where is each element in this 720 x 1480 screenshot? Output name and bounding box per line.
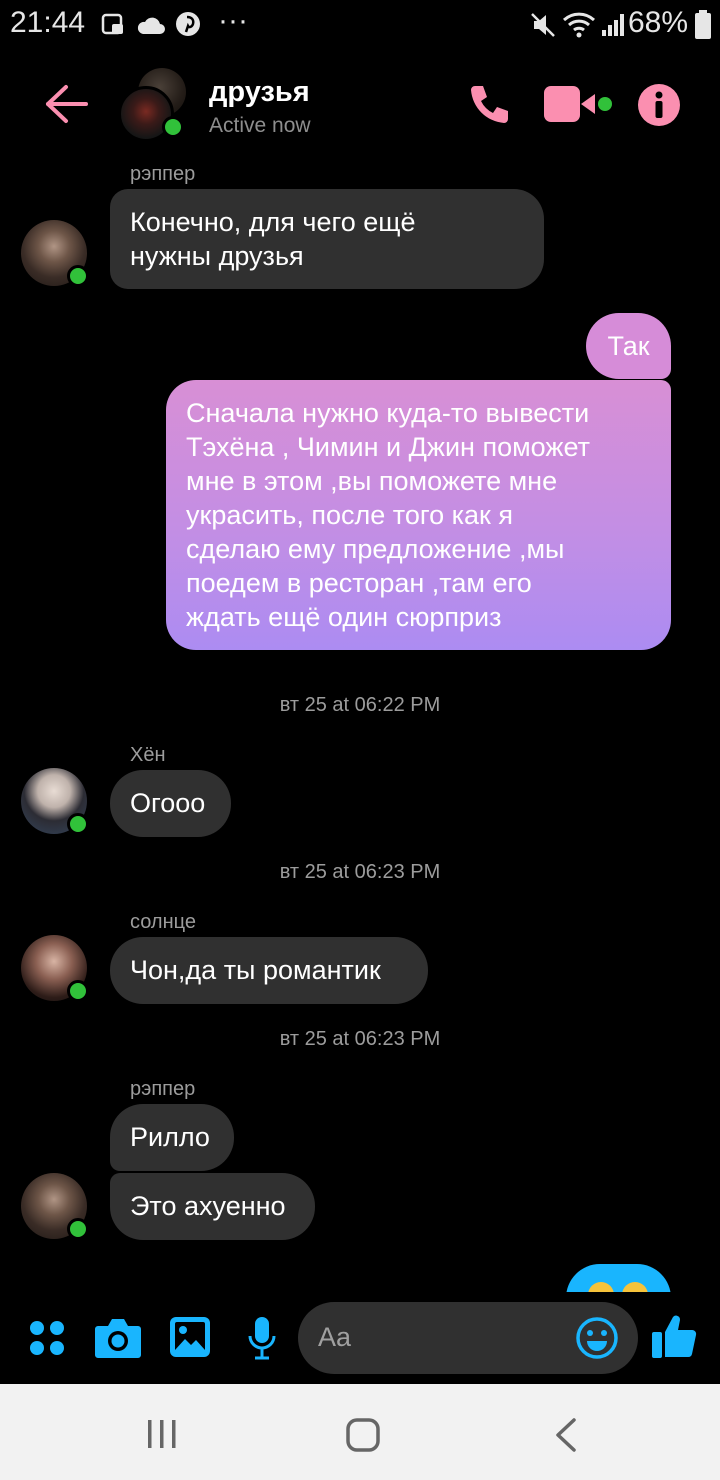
battery-icon <box>695 10 711 39</box>
emoji-picker-icon[interactable] <box>576 1317 618 1359</box>
message-line: Конечно, для чего ещё <box>130 207 416 237</box>
back-arrow-icon[interactable] <box>44 84 88 124</box>
incoming-message-bubble[interactable]: Чон,да ты романтик <box>110 937 428 1004</box>
message-line: ждать ещё один сюрприз <box>186 602 502 632</box>
online-indicator <box>67 265 89 287</box>
message-text: Чон,да ты романтик <box>130 955 381 985</box>
message-line: поедем в ресторан ,там его <box>186 568 532 598</box>
group-avatar[interactable] <box>118 68 190 142</box>
sender-name: рэппер <box>130 163 196 185</box>
online-indicator <box>67 813 89 835</box>
home-icon[interactable] <box>346 1418 380 1452</box>
more-notifications-icon: ··· <box>218 4 248 37</box>
message-text: Так <box>607 331 650 361</box>
message-timestamp: вт 25 at 06:23 PM <box>279 861 441 883</box>
incoming-message-bubble[interactable]: Это ахуенно <box>110 1173 315 1240</box>
notification-lock-icon <box>101 13 123 35</box>
online-indicator <box>162 116 184 138</box>
thumbs-up-icon[interactable] <box>650 1312 698 1360</box>
pinterest-icon <box>176 12 200 36</box>
incoming-message-bubble[interactable]: Огооо <box>110 770 231 837</box>
chat-status: Active now <box>209 114 311 137</box>
message-line: Сначала нужно куда-то вывести <box>186 398 590 428</box>
sender-name: Хён <box>130 744 166 766</box>
outgoing-message-bubble[interactable]: Сначала нужно куда-то вывести Тэхёна , Ч… <box>166 380 671 650</box>
wifi-icon <box>562 12 596 38</box>
outgoing-message-bubble[interactable]: Так <box>586 313 671 379</box>
message-timestamp: вт 25 at 06:22 PM <box>279 694 441 716</box>
message-line: сделаю ему предложение ,мы <box>186 534 565 564</box>
camera-icon[interactable] <box>94 1316 142 1360</box>
message-text: Рилло <box>130 1122 210 1152</box>
message-timestamp: вт 25 at 06:23 PM <box>279 1028 441 1050</box>
signal-icon <box>602 14 624 36</box>
mute-icon <box>531 13 555 37</box>
microphone-icon[interactable] <box>247 1316 277 1360</box>
cloud-icon <box>137 17 165 34</box>
recent-apps-icon[interactable] <box>146 1418 178 1450</box>
online-indicator <box>67 980 89 1002</box>
message-text: Огооо <box>130 788 206 818</box>
status-time: 21:44 <box>10 6 86 39</box>
message-input-placeholder: Aa <box>318 1322 352 1352</box>
incoming-message-bubble[interactable]: Рилло <box>110 1104 234 1171</box>
online-indicator <box>67 1218 89 1240</box>
phone-call-icon[interactable] <box>466 82 512 128</box>
nav-back-icon[interactable] <box>554 1418 578 1452</box>
sender-name: рэппер <box>130 1078 196 1100</box>
message-line: мне в этом ,вы поможете мне <box>186 466 558 496</box>
status-bar: 21:44 ··· 68% <box>0 0 720 52</box>
gallery-image-icon[interactable] <box>169 1316 211 1358</box>
battery-percent: 68% <box>627 6 688 39</box>
message-line: нужны друзья <box>130 241 304 271</box>
incoming-message-bubble[interactable]: Конечно, для чего ещё нужны друзья <box>110 189 544 289</box>
apps-grid-icon[interactable] <box>29 1320 65 1356</box>
message-line: украсить, после того как я <box>186 500 513 530</box>
info-icon[interactable] <box>637 83 681 127</box>
sender-name: солнце <box>130 911 196 933</box>
message-line: Тэхёна , Чимин и Джин поможет <box>186 432 590 462</box>
message-text: Это ахуенно <box>130 1191 286 1221</box>
chat-title[interactable]: друзья <box>209 76 310 109</box>
video-call-icon[interactable] <box>544 84 614 124</box>
